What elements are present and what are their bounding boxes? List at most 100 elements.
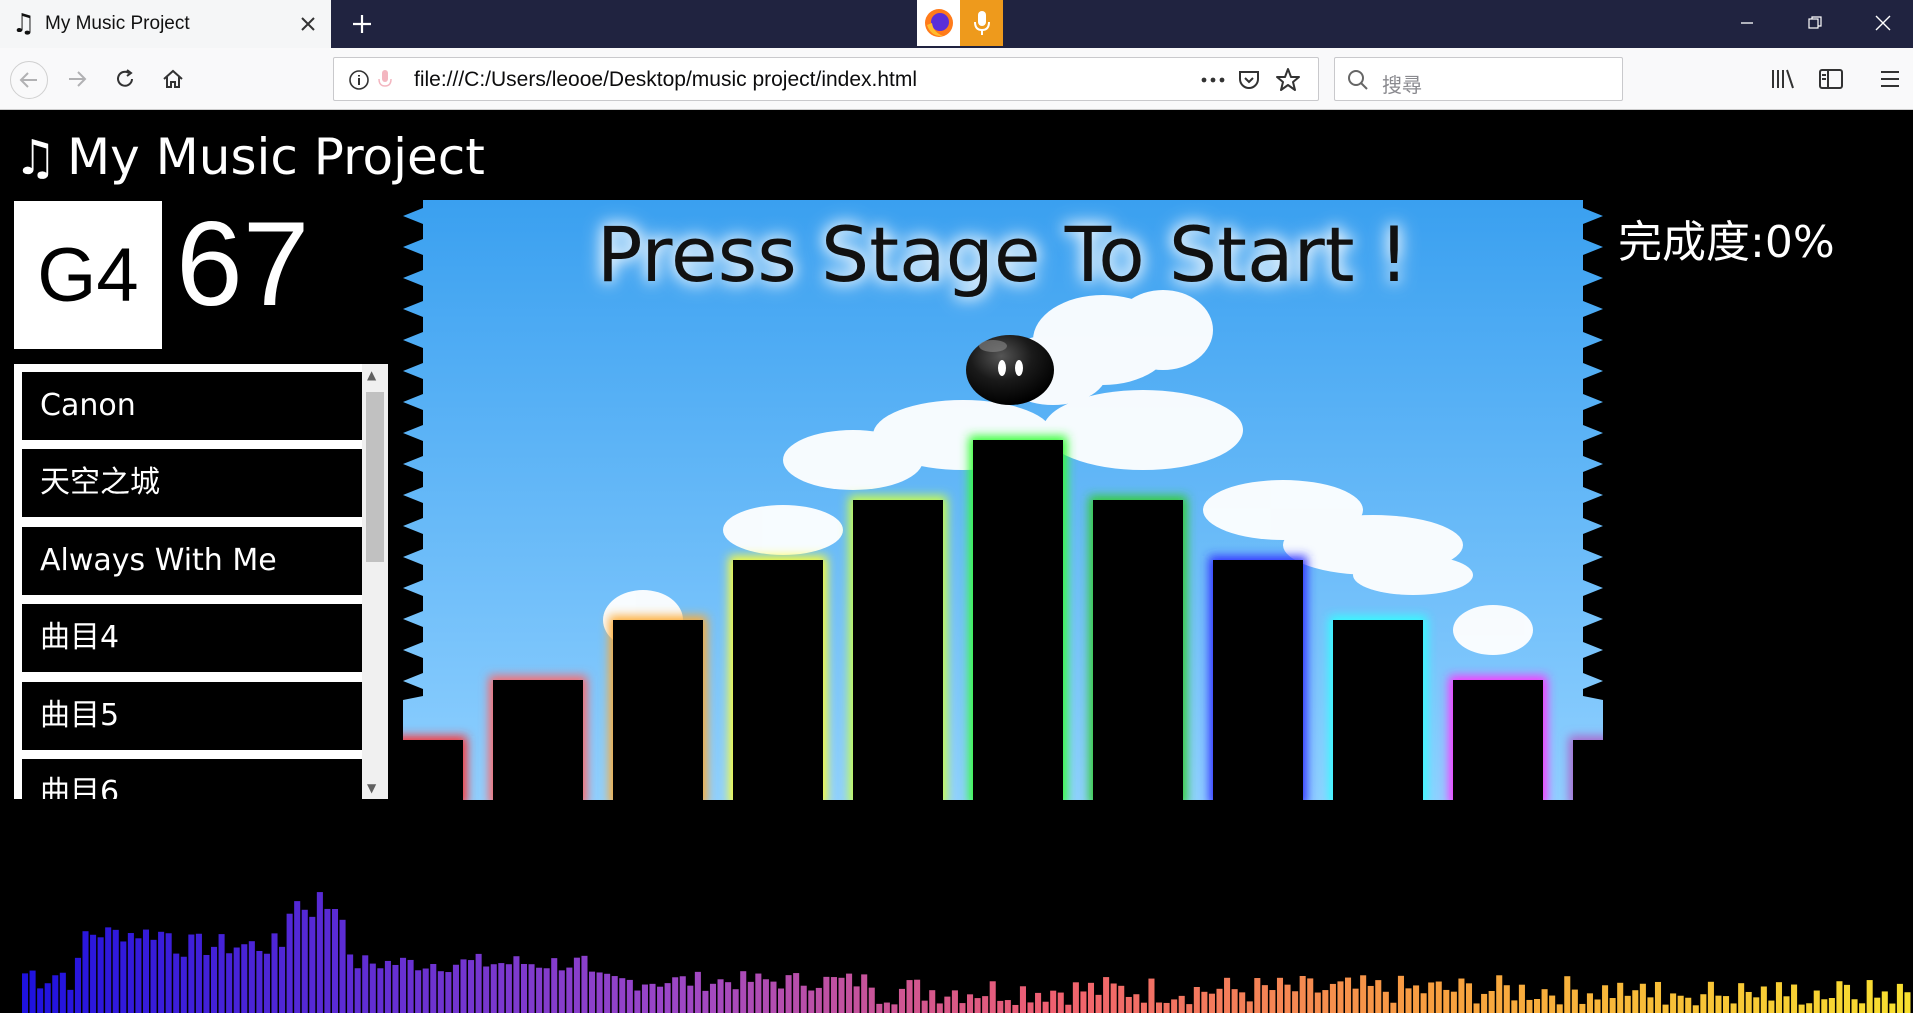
- browser-tab[interactable]: ♫ My Music Project: [0, 0, 331, 48]
- visualizer-bar: [1367, 985, 1374, 1013]
- song-item[interactable]: Always With Me: [22, 527, 362, 595]
- visualizer-bar: [1178, 995, 1185, 1013]
- visualizer-bar: [1042, 1001, 1049, 1013]
- visualizer-bar: [543, 968, 550, 1013]
- stage-bar[interactable]: [403, 736, 467, 800]
- visualizer-bar: [331, 909, 339, 1013]
- song-item[interactable]: 曲目6: [22, 759, 362, 799]
- visualizer-bar: [959, 1003, 966, 1013]
- microphone-permission-icon[interactable]: [378, 69, 392, 91]
- url-text[interactable]: file:///C:/Users/leooe/Desktop/music pro…: [414, 68, 917, 92]
- library-icon[interactable]: [1766, 62, 1800, 96]
- visualizer-bar: [135, 938, 142, 1013]
- visualizer-bar: [989, 981, 996, 1013]
- reload-button[interactable]: [108, 62, 142, 96]
- scroll-down-icon[interactable]: ▼: [367, 781, 376, 795]
- visualizer-bar: [732, 989, 739, 1013]
- visualizer-bar: [1397, 975, 1404, 1013]
- sidebar-icon[interactable]: [1814, 62, 1848, 96]
- visualizer-bar: [1420, 993, 1427, 1013]
- scrollbar-thumb[interactable]: [366, 392, 384, 562]
- visualizer-bar: [211, 946, 218, 1013]
- visualizer-bar: [1481, 993, 1488, 1013]
- visualizer-bar: [1654, 981, 1662, 1013]
- stage-bar[interactable]: [609, 616, 707, 800]
- visualizer-bar: [279, 946, 286, 1013]
- visualizer-bar: [1670, 993, 1677, 1013]
- visualizer-bar: [1458, 978, 1465, 1013]
- visualizer-bar: [1730, 1003, 1737, 1013]
- home-button[interactable]: [156, 62, 190, 96]
- visualizer-bar: [1375, 980, 1382, 1013]
- visualizer-bar: [853, 986, 860, 1013]
- audio-visualizer: [22, 892, 1911, 1013]
- blob-character[interactable]: [966, 335, 1054, 405]
- visualizer-bar: [218, 934, 225, 1013]
- visualizer-bar: [1382, 991, 1389, 1013]
- visualizer-bar: [883, 1002, 890, 1013]
- stage-bar[interactable]: [849, 496, 947, 800]
- visualizer-bar: [483, 966, 490, 1013]
- stage-bar[interactable]: [1449, 676, 1547, 800]
- forward-button[interactable]: [60, 62, 94, 96]
- visualizer-bar: [1896, 983, 1903, 1013]
- visualizer-bar: [876, 1003, 883, 1013]
- stage-bar[interactable]: [1209, 556, 1307, 800]
- stage-bar[interactable]: [1089, 496, 1187, 800]
- url-bar[interactable]: file:///C:/Users/leooe/Desktop/music pro…: [333, 57, 1319, 101]
- restore-icon[interactable]: [1781, 0, 1849, 46]
- visualizer-bar: [180, 956, 187, 1013]
- visualizer-bar: [815, 987, 822, 1013]
- visualizer-bar: [1072, 982, 1079, 1013]
- song-list[interactable]: Canon 天空之城 Always With Me 曲目4 曲目5 曲目6 ▲ …: [14, 364, 388, 799]
- song-item[interactable]: 天空之城: [22, 449, 362, 517]
- visualizer-bar: [1148, 978, 1155, 1013]
- song-item[interactable]: 曲目4: [22, 604, 362, 672]
- visualizer-bar: [974, 998, 981, 1013]
- visualizer-bar: [1564, 976, 1571, 1013]
- visualizer-bar: [1087, 982, 1095, 1013]
- stage-bar[interactable]: [1329, 616, 1427, 800]
- visualizer-bar: [657, 986, 664, 1013]
- menu-icon[interactable]: [1873, 62, 1907, 96]
- visualizer-bar: [1753, 997, 1760, 1013]
- song-item[interactable]: 曲目5: [22, 682, 362, 750]
- visualizer-bar: [641, 984, 648, 1013]
- bookmark-star-icon[interactable]: [1275, 67, 1301, 93]
- stage-bar[interactable]: [729, 556, 827, 800]
- song-item[interactable]: Canon: [22, 372, 362, 440]
- song-list-scrollbar[interactable]: ▲ ▼: [362, 364, 388, 799]
- minimize-icon[interactable]: [1713, 0, 1781, 46]
- microphone-icon[interactable]: [960, 0, 1003, 46]
- visualizer-bar: [1216, 988, 1223, 1013]
- visualizer-bar: [400, 957, 407, 1013]
- visualizer-bar: [944, 996, 951, 1013]
- game-stage[interactable]: Press Stage To Start !: [403, 200, 1603, 800]
- visualizer-bar: [573, 957, 580, 1013]
- new-tab-icon[interactable]: [346, 8, 378, 40]
- visualizer-bar: [271, 933, 278, 1013]
- pocket-icon[interactable]: [1237, 68, 1261, 92]
- visualizer-bar: [1632, 990, 1639, 1013]
- visualizer-bar: [906, 980, 913, 1013]
- close-tab-icon[interactable]: [296, 12, 320, 36]
- stage-bar[interactable]: [1569, 736, 1603, 800]
- visualizer-bar: [256, 950, 263, 1013]
- visualizer-bar: [452, 964, 459, 1013]
- back-button[interactable]: [10, 61, 48, 99]
- visualizer-bar: [233, 947, 240, 1013]
- search-bar[interactable]: 搜尋: [1334, 57, 1623, 101]
- page-actions-icon[interactable]: [1200, 70, 1226, 90]
- visualizer-bar: [1027, 1002, 1034, 1013]
- visualizer-bar: [1390, 1002, 1397, 1013]
- visualizer-bar: [415, 970, 422, 1013]
- visualizer-bar: [1201, 991, 1208, 1013]
- search-icon: [1348, 70, 1368, 90]
- scroll-up-icon[interactable]: ▲: [367, 368, 376, 382]
- stage-bar[interactable]: [969, 436, 1067, 800]
- visualizer-bar: [158, 931, 165, 1013]
- info-icon[interactable]: [348, 69, 370, 91]
- stage-bar[interactable]: [489, 676, 587, 800]
- close-window-icon[interactable]: [1849, 0, 1913, 46]
- visualizer-bar: [1450, 991, 1457, 1013]
